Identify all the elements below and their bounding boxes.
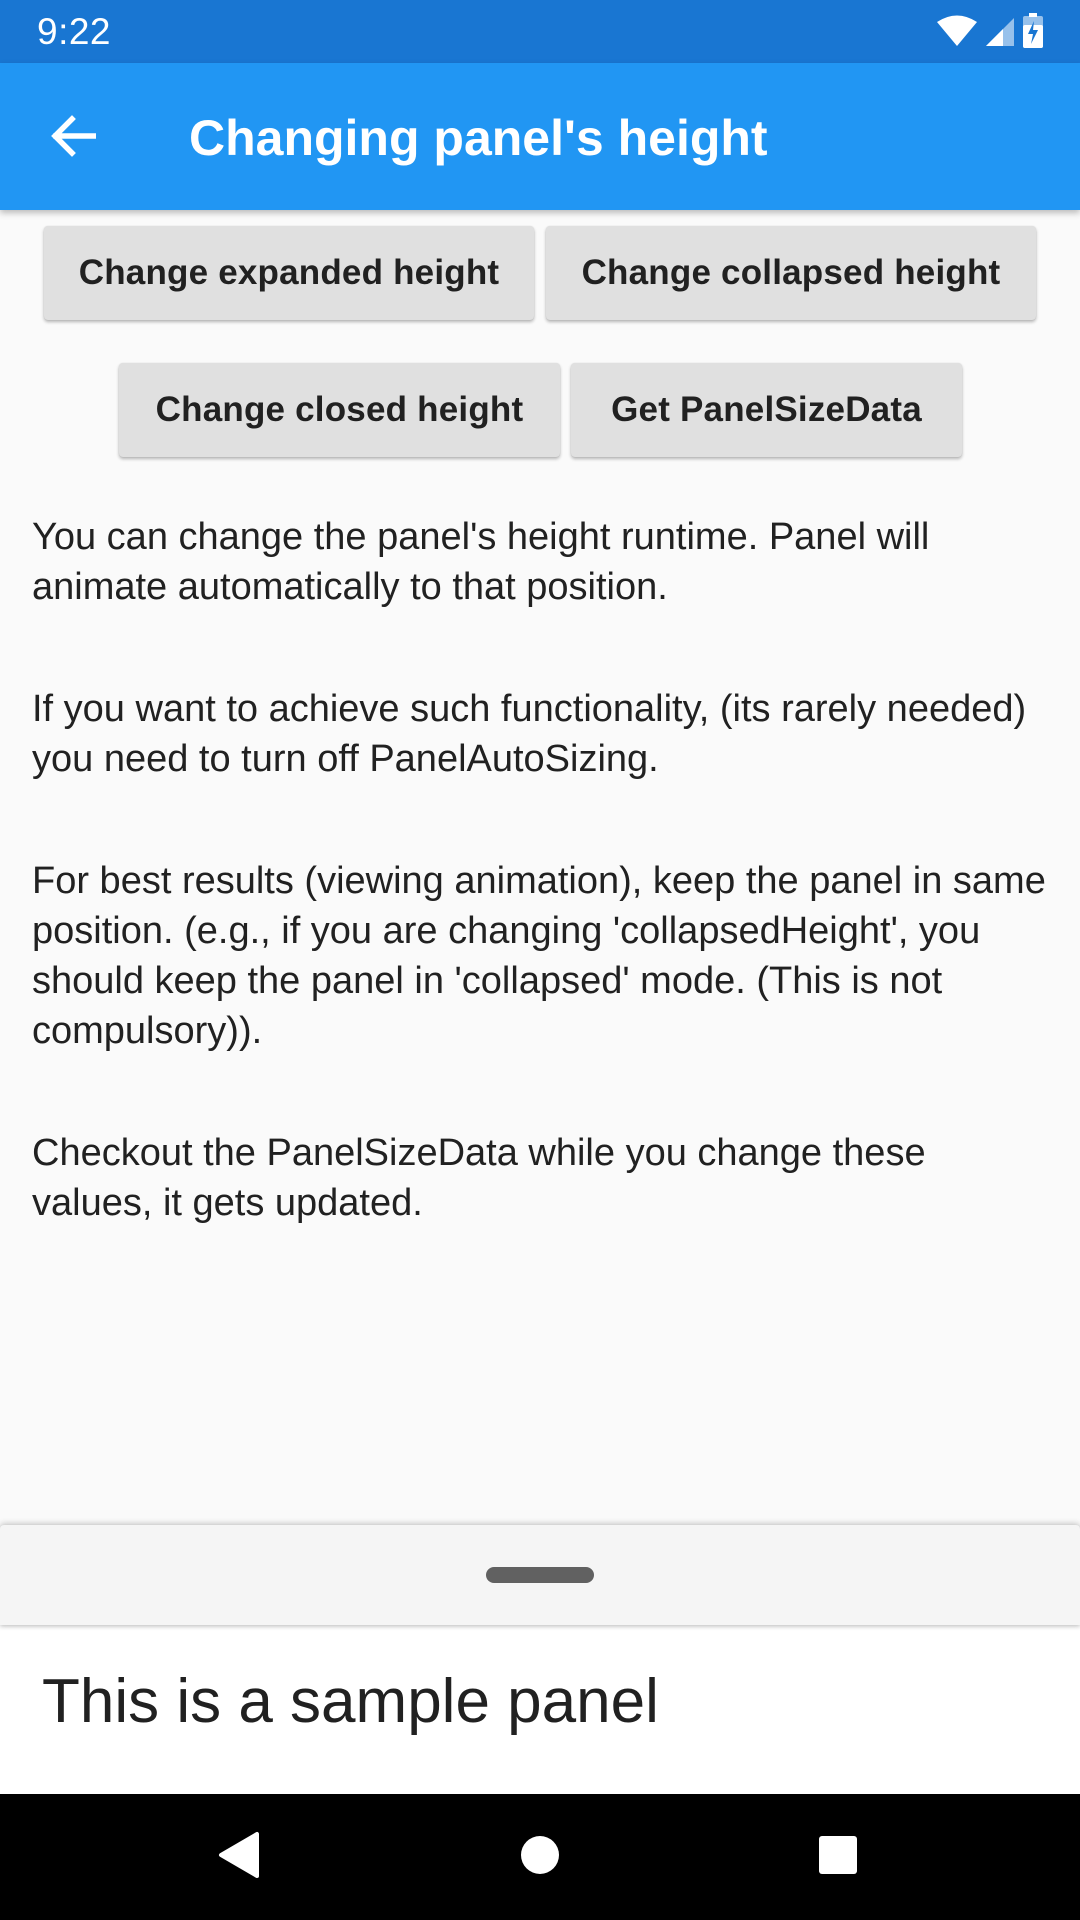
wifi-icon bbox=[936, 15, 978, 47]
back-button[interactable] bbox=[36, 101, 110, 175]
nav-recents-button[interactable] bbox=[805, 1824, 871, 1890]
nav-home-button[interactable] bbox=[507, 1824, 573, 1890]
back-triangle-icon bbox=[217, 1831, 261, 1884]
battery-charging-icon bbox=[1022, 13, 1044, 49]
status-bar: 9:22 bbox=[0, 0, 1080, 63]
change-closed-height-button[interactable]: Change closed height bbox=[119, 363, 560, 457]
home-circle-icon bbox=[520, 1835, 560, 1880]
paragraph-best-results: For best results (viewing animation), ke… bbox=[32, 860, 1046, 1052]
status-icons bbox=[936, 12, 1044, 50]
paragraph-runtime: You can change the panel's height runtim… bbox=[32, 516, 930, 608]
panel-header[interactable] bbox=[0, 1525, 1080, 1625]
panel-text: This is a sample panel bbox=[42, 1667, 659, 1736]
drag-handle[interactable] bbox=[486, 1567, 594, 1583]
description: You can change the panel's height runtim… bbox=[32, 512, 1048, 1300]
paragraph-autosizing: If you want to achieve such functionalit… bbox=[32, 688, 1027, 780]
change-collapsed-height-button[interactable]: Change collapsed height bbox=[546, 226, 1036, 320]
nav-back-button[interactable] bbox=[206, 1824, 272, 1890]
change-expanded-height-button[interactable]: Change expanded height bbox=[44, 226, 534, 320]
page-title: Changing panel's height bbox=[189, 110, 768, 166]
paragraph-panelsizedata: Checkout the PanelSizeData while you cha… bbox=[32, 1132, 926, 1224]
get-panel-size-data-button[interactable]: Get PanelSizeData bbox=[571, 363, 962, 457]
arrow-back-icon bbox=[50, 114, 97, 162]
app-bar: Changing panel's height bbox=[0, 63, 1080, 210]
cell-signal-icon bbox=[984, 15, 1016, 47]
navigation-bar bbox=[0, 1794, 1080, 1920]
status-time: 9:22 bbox=[37, 11, 112, 52]
sliding-panel: This is a sample panel bbox=[0, 1625, 1080, 1794]
recents-square-icon bbox=[818, 1835, 858, 1880]
